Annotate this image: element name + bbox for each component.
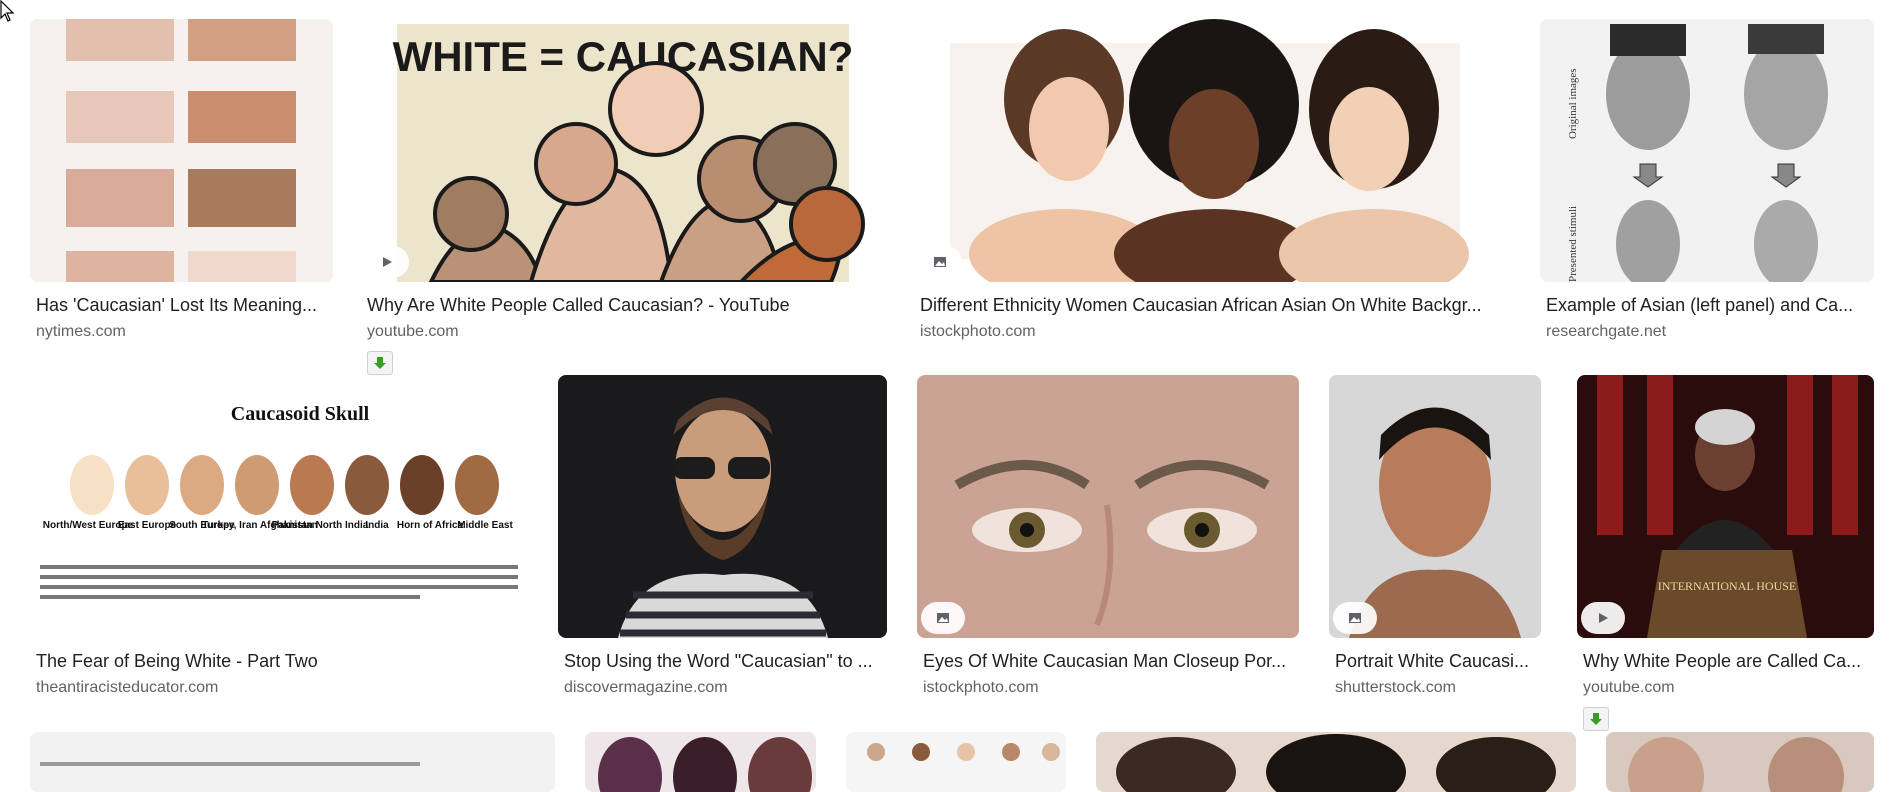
skin-swatches-image <box>30 19 333 282</box>
speaker-podium-image: INTERNATIONAL HOUSE <box>1577 375 1874 638</box>
result-source: shutterstock.com <box>1335 679 1456 696</box>
partial-thumbnail-image <box>585 732 816 792</box>
mouse-cursor-icon <box>0 0 15 22</box>
result-source: researchgate.net <box>1546 323 1667 340</box>
thumb-heading: INTERNATIONAL HOUSE <box>1658 579 1797 593</box>
portrait-man-image <box>1329 375 1541 638</box>
image-icon <box>934 257 946 267</box>
result-thumbnail[interactable] <box>1329 375 1541 638</box>
download-arrow-icon <box>374 357 386 369</box>
thumb-label: Original images <box>1567 68 1579 139</box>
caucasoid-skull-image: Caucasoid Skull North/West Europe East E… <box>30 375 528 638</box>
thumb-label: Presented stimuli <box>1567 206 1579 282</box>
video-badge <box>1581 602 1625 634</box>
result-title[interactable]: Stop Using the Word "Caucasian" to ... <box>564 651 883 672</box>
result-card[interactable]: Stop Using the Word "Caucasian" to ... d… <box>558 375 887 705</box>
thumb-heading: Caucasoid Skull <box>231 403 370 425</box>
three-women-image <box>914 19 1510 282</box>
thumb-heading: WHITE = CAUCASIAN? <box>393 33 854 80</box>
download-button[interactable] <box>1583 707 1609 731</box>
result-source: discovermagazine.com <box>564 679 728 696</box>
play-icon <box>1599 613 1608 623</box>
result-title[interactable]: Different Ethnicity Women Caucasian Afri… <box>920 295 1506 316</box>
face-stimuli-image: Original images Presented stimuli <box>1540 19 1874 282</box>
download-button[interactable] <box>367 351 393 375</box>
result-title[interactable]: The Fear of Being White - Part Two <box>36 651 524 672</box>
result-thumbnail[interactable] <box>914 19 1510 282</box>
thumb-label: India <box>365 520 389 531</box>
download-arrow-icon <box>1590 713 1602 725</box>
result-title[interactable]: Portrait White Caucasi... <box>1335 651 1537 672</box>
result-card[interactable]: INTERNATIONAL HOUSE Why White People are… <box>1577 375 1874 735</box>
bearded-man-image <box>558 375 887 638</box>
result-card[interactable]: WHITE = CAUCASIAN? Why Are White People … <box>361 19 884 379</box>
image-icon <box>937 613 949 623</box>
thumb-label: East Europe <box>118 520 177 531</box>
result-thumbnail[interactable] <box>558 375 887 638</box>
play-icon <box>383 257 392 267</box>
eyes-closeup-image <box>917 375 1299 638</box>
caucasian-cartoon-image: WHITE = CAUCASIAN? <box>361 19 884 282</box>
result-title[interactable]: Why White People are Called Ca... <box>1583 651 1870 672</box>
partial-thumbnail-image <box>846 732 1066 792</box>
result-thumbnail[interactable] <box>1096 732 1576 792</box>
result-card[interactable]: Portrait White Caucasi... shutterstock.c… <box>1329 375 1541 705</box>
result-source: youtube.com <box>367 323 459 340</box>
result-thumbnail[interactable]: INTERNATIONAL HOUSE <box>1577 375 1874 638</box>
result-card[interactable]: Eyes Of White Caucasian Man Closeup Por.… <box>917 375 1299 705</box>
thumb-label: Pakistan North India <box>272 520 369 531</box>
result-thumbnail[interactable] <box>846 732 1066 792</box>
thumb-label: Horn of Africa <box>397 520 464 531</box>
result-thumbnail[interactable]: Caucasoid Skull North/West Europe East E… <box>30 375 528 638</box>
result-title[interactable]: Example of Asian (left panel) and Ca... <box>1546 295 1870 316</box>
result-source: istockphoto.com <box>920 323 1036 340</box>
partial-thumbnail-image <box>1606 732 1874 792</box>
result-thumbnail[interactable]: WHITE = CAUCASIAN? <box>361 19 884 282</box>
result-source: theantiracisteducator.com <box>36 679 219 696</box>
partial-thumbnail-image <box>30 732 555 792</box>
thumb-label: Middle East <box>457 520 513 531</box>
result-source: istockphoto.com <box>923 679 1039 696</box>
result-card[interactable]: Has 'Caucasian' Lost Its Meaning... nyti… <box>30 19 333 349</box>
result-thumbnail[interactable] <box>917 375 1299 638</box>
result-thumbnail[interactable] <box>585 732 816 792</box>
image-badge <box>1333 602 1377 634</box>
image-badge <box>918 246 962 278</box>
partial-thumbnail-image <box>1096 732 1576 792</box>
result-thumbnail[interactable] <box>1606 732 1874 792</box>
result-thumbnail[interactable] <box>30 19 333 282</box>
image-icon <box>1349 613 1361 623</box>
result-title[interactable]: Has 'Caucasian' Lost Its Meaning... <box>36 295 329 316</box>
result-source: youtube.com <box>1583 679 1675 696</box>
result-card[interactable]: Caucasoid Skull North/West Europe East E… <box>30 375 528 705</box>
result-title[interactable]: Eyes Of White Caucasian Man Closeup Por.… <box>923 651 1295 672</box>
result-card[interactable]: Original images Presented stimuli Exampl… <box>1540 19 1874 349</box>
result-thumbnail[interactable]: Original images Presented stimuli <box>1540 19 1874 282</box>
result-source: nytimes.com <box>36 323 126 340</box>
result-card[interactable]: Different Ethnicity Women Caucasian Afri… <box>914 19 1510 349</box>
result-title[interactable]: Why Are White People Called Caucasian? -… <box>367 295 880 316</box>
result-thumbnail[interactable] <box>30 732 555 792</box>
image-badge <box>921 602 965 634</box>
video-badge <box>365 246 409 278</box>
